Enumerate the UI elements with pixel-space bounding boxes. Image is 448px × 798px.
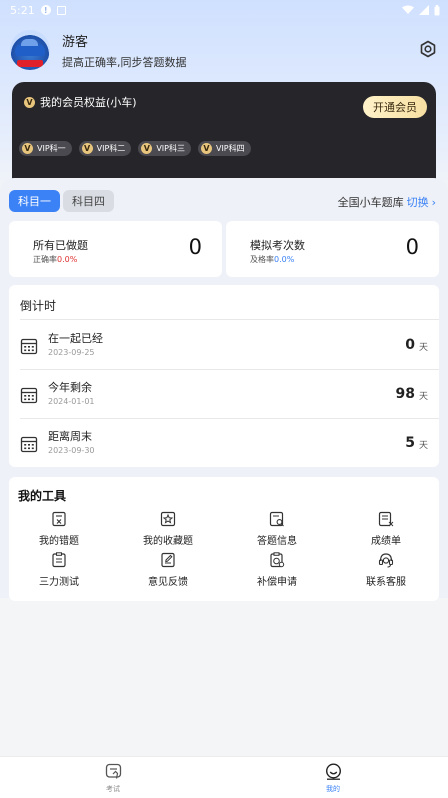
tab-subject-one[interactable]: 科目一 [9, 190, 60, 212]
calendar-icon [20, 338, 38, 355]
tab-subject-four[interactable]: 科目四 [63, 190, 114, 212]
profile-subtitle: 提高正确率,同步答题数据 [62, 55, 187, 69]
subject-tabs: 科目一 科目四 [9, 190, 114, 212]
status-time: 5:21 [10, 3, 35, 17]
status-bar: 5:21 ! [0, 0, 448, 20]
vip-coin-icon: V [24, 96, 35, 108]
countdown-row[interactable]: 在一起已经 2023-09-25 0 天 [9, 323, 439, 371]
profile-header[interactable]: 游客 提高正确率,同步答题数据 [10, 30, 438, 70]
stat-value: 0 [405, 235, 419, 259]
tool-wrong-questions[interactable]: 我的错题 [9, 511, 109, 547]
question-bank-switch[interactable]: 全国小车题库 切换 › [338, 194, 436, 210]
countdown-row[interactable]: 今年剩余 2024-01-01 98 天 [9, 372, 439, 420]
tool-three-ability-test[interactable]: 三力测试 [9, 552, 109, 588]
tool-label: 联系客服 [366, 577, 406, 588]
vip-coin-icon: V [81, 143, 93, 154]
calendar-icon [20, 387, 38, 404]
vip-badge-ke3[interactable]: V VIP科三 [138, 141, 191, 156]
countdown-row[interactable]: 距离周末 2023-09-30 5 天 [9, 421, 439, 469]
countdown-unit: 天 [418, 343, 428, 353]
exam-icon [105, 763, 122, 779]
nav-mine[interactable]: 我的 [313, 763, 353, 795]
countdown-date: 2023-09-25 [48, 348, 95, 357]
countdown-value: 98 [395, 386, 415, 402]
open-vip-button[interactable]: 开通会员 [363, 96, 427, 118]
tool-label: 答题信息 [257, 536, 297, 547]
car-image [15, 39, 45, 56]
calendar-icon [20, 436, 38, 453]
settings-gear-icon[interactable] [418, 39, 438, 59]
tool-answer-info[interactable]: 答题信息 [227, 511, 327, 547]
countdown-name: 在一起已经 [48, 332, 103, 345]
tool-label: 我的收藏题 [143, 536, 193, 547]
compensation-icon [270, 552, 285, 568]
tool-label: 成绩单 [371, 536, 401, 547]
tool-label: 补偿申请 [257, 577, 297, 588]
countdown-date: 2024-01-01 [48, 397, 95, 406]
tool-label: 三力测试 [39, 577, 79, 588]
profile-name: 游客 [62, 34, 89, 50]
tool-feedback[interactable]: 意见反馈 [118, 552, 218, 588]
bottom-nav: 考试 我的 [0, 756, 448, 798]
countdown-card: 倒计时 在一起已经 2023-09-25 0 天 今年剩余 2024-01-01… [9, 285, 439, 467]
divider [20, 418, 439, 419]
tool-transcript[interactable]: 成绩单 [336, 511, 436, 547]
chevron-right-icon: › [431, 195, 436, 209]
my-tools-card: 我的工具 我的错题 我的收藏题 答题信息 成绩单 三力测试 意见反馈 补偿申请 … [9, 477, 439, 601]
favorites-icon [160, 511, 176, 527]
app-notification-icon [56, 5, 66, 15]
stat-sub: 及格率0.0% [250, 255, 295, 264]
vip-coin-icon: V [22, 143, 33, 154]
countdown-name: 距离周末 [48, 430, 92, 443]
countdown-date: 2023-09-30 [48, 446, 95, 455]
tool-label: 意见反馈 [148, 577, 188, 588]
stat-card-mock-exam[interactable]: 模拟考次数 及格率0.0% 0 [226, 221, 439, 277]
countdown-value: 0 [405, 337, 415, 353]
vip-badge-ke4[interactable]: V VIP科四 [197, 141, 251, 156]
tool-compensation[interactable]: 补偿申请 [227, 552, 327, 588]
profile-face-icon [325, 763, 342, 780]
vip-coin-icon: V [141, 143, 153, 154]
stat-label: 所有已做题 [33, 239, 88, 252]
tool-customer-service[interactable]: 联系客服 [336, 552, 436, 588]
customer-service-icon [378, 553, 394, 568]
vip-badge-ke2[interactable]: V VIP科二 [78, 141, 132, 156]
feedback-icon [161, 552, 175, 568]
vip-badge-ke1[interactable]: V VIP科一 [19, 141, 72, 156]
three-ability-test-icon [52, 552, 66, 568]
countdown-value: 5 [405, 435, 415, 451]
countdown-unit: 天 [418, 441, 428, 451]
vip-badges: V VIP科一 V VIP科二 V VIP科三 V VIP科四 [19, 141, 251, 156]
nav-label: 考试 [106, 785, 120, 793]
question-bank-label: 全国小车题库 [337, 196, 404, 209]
countdown-unit: 天 [418, 392, 428, 402]
vip-title-text: 我的会员权益(小车) [40, 96, 137, 109]
countdown-name: 今年剩余 [48, 381, 92, 394]
wifi-icon [402, 5, 414, 14]
vip-title: V 我的会员权益(小车) [24, 94, 137, 110]
switch-link[interactable]: 切换 [407, 194, 429, 210]
vip-benefits-card[interactable]: V 我的会员权益(小车) 开通会员 V VIP科一 V VIP科二 V VIP科… [12, 82, 436, 192]
stat-sub: 正确率0.0% [33, 255, 78, 264]
stat-label: 模拟考次数 [250, 239, 305, 252]
wrong-questions-icon [52, 511, 66, 527]
notification-icon: ! [40, 5, 51, 15]
transcript-icon [378, 511, 394, 527]
vip-coin-icon: V [200, 143, 212, 154]
stat-value: 0 [188, 235, 202, 259]
stat-card-answered[interactable]: 所有已做题 正确率0.0% 0 [9, 221, 222, 277]
tool-favorites[interactable]: 我的收藏题 [118, 511, 218, 547]
divider [20, 319, 439, 320]
nav-exam[interactable]: 考试 [93, 763, 133, 795]
tool-label: 我的错题 [39, 536, 79, 547]
signal-icon [419, 5, 429, 15]
answer-info-icon [269, 511, 284, 527]
tools-title: 我的工具 [18, 489, 67, 503]
avatar[interactable] [10, 30, 50, 70]
battery-icon [434, 4, 440, 15]
nav-label: 我的 [326, 785, 340, 793]
countdown-title: 倒计时 [20, 299, 57, 313]
divider [20, 369, 439, 370]
